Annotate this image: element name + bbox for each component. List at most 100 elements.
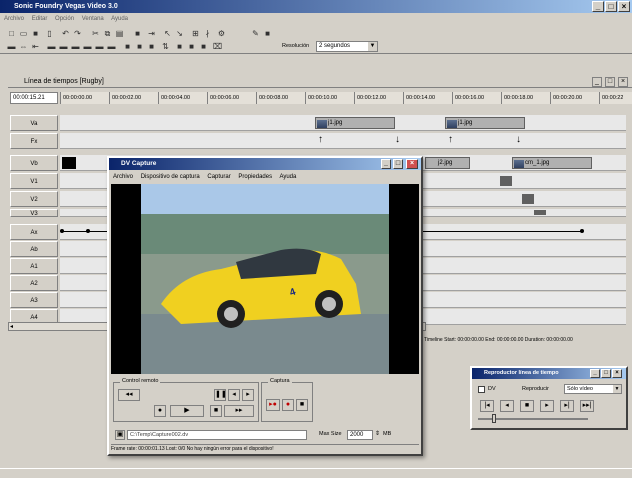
track-block[interactable]	[500, 176, 512, 186]
track-icon-8[interactable]: ⌧	[212, 41, 223, 52]
preview-minimize-button[interactable]: _	[590, 369, 600, 378]
capture-menu-device[interactable]: Dispositivo de captura	[141, 174, 200, 180]
view-icon-4[interactable]: ▬	[46, 41, 57, 52]
reproduce-select[interactable]: Sólo vídeo ▼	[564, 384, 622, 394]
black-clip[interactable]	[62, 157, 76, 169]
track-label-a2[interactable]: A2	[10, 275, 58, 291]
envelope-icon[interactable]: ↘	[174, 28, 185, 39]
track-icon-5[interactable]: ■	[174, 41, 185, 52]
view-icon-8[interactable]: ▬	[94, 41, 105, 52]
track-fx[interactable]: ↑ ↓ ↑ ↓	[60, 133, 626, 149]
preview-stop-button[interactable]: ■	[520, 400, 534, 412]
menu-edit[interactable]: Editar	[32, 16, 48, 22]
timeline-minimize-button[interactable]: _	[592, 77, 602, 87]
capture-stop-button[interactable]: ■	[296, 399, 308, 411]
capture-maximize-button[interactable]: □	[393, 159, 403, 169]
envelope-point[interactable]	[60, 229, 64, 233]
track-label-a3[interactable]: A3	[10, 292, 58, 308]
track-block[interactable]	[522, 194, 534, 204]
render-icon[interactable]: ▯	[44, 28, 55, 39]
capture-begin-button[interactable]: ▸●	[266, 399, 280, 411]
timeline-close-button[interactable]: ×	[618, 77, 628, 87]
track-label-v3[interactable]: V3	[10, 209, 58, 217]
max-size-input[interactable]: 2000	[347, 430, 373, 440]
arrow-down-icon[interactable]: ↓	[395, 134, 400, 145]
dv-checkbox[interactable]	[478, 386, 485, 393]
settings-icon[interactable]: ⚙	[216, 28, 227, 39]
fast-forward-button[interactable]: ▸▸	[224, 405, 254, 417]
track-label-fx[interactable]: Fx	[10, 133, 58, 149]
track-icon-7[interactable]: ■	[198, 41, 209, 52]
track-icon-3[interactable]: ■	[146, 41, 157, 52]
capture-menu-help[interactable]: Ayuda	[279, 174, 296, 180]
minimize-button[interactable]: _	[592, 1, 604, 12]
track-label-v1[interactable]: V1	[10, 173, 58, 189]
arrow-up-icon[interactable]: ↑	[448, 134, 453, 145]
view-icon-6[interactable]: ▬	[70, 41, 81, 52]
redo-icon[interactable]: ↷	[72, 28, 83, 39]
delete-icon[interactable]: ■	[132, 28, 143, 39]
wand-icon[interactable]: ✎	[250, 28, 261, 39]
preview-slider-thumb[interactable]	[492, 414, 496, 423]
preview-icon[interactable]: ■	[262, 28, 273, 39]
track-label-v2[interactable]: V2	[10, 191, 58, 207]
preview-first-button[interactable]: |◂	[480, 400, 494, 412]
capture-minimize-button[interactable]: _	[381, 159, 391, 169]
play-button[interactable]: ▶	[170, 405, 204, 417]
view-icon-3[interactable]: ⇤	[30, 41, 41, 52]
track-label-va[interactable]: Va	[10, 115, 58, 131]
time-ruler[interactable]: 00:00:00.00 00:00:02.00 00:00:04.00 00:0…	[60, 92, 632, 104]
clip-va-2[interactable]: j1.jpg	[445, 117, 525, 129]
resolution-select[interactable]: 2 segundos ▼	[316, 41, 378, 52]
clip-va-1[interactable]: j1.jpg	[315, 117, 395, 129]
preview-close-button[interactable]: ×	[612, 369, 622, 378]
preview-last-button[interactable]: ▸▸|	[580, 400, 594, 412]
open-icon[interactable]: ▭	[18, 28, 29, 39]
preview-maximize-button[interactable]: □	[601, 369, 611, 378]
paste-icon[interactable]: ▤	[114, 28, 125, 39]
track-label-vb[interactable]: Vb	[10, 155, 58, 171]
menu-window[interactable]: Ventana	[82, 16, 104, 22]
menu-help[interactable]: Ayuda	[111, 16, 128, 22]
rewind-button[interactable]: ◂◂	[118, 389, 140, 401]
track-label-a1[interactable]: A1	[10, 258, 58, 274]
menu-options[interactable]: Opción	[55, 16, 74, 22]
record-button[interactable]: ●	[282, 399, 294, 411]
capture-menu-properties[interactable]: Propiedades	[238, 174, 272, 180]
capture-menu-capture[interactable]: Capturar	[207, 174, 230, 180]
track-icon-4[interactable]: ⇅	[160, 41, 171, 52]
track-icon-1[interactable]: ■	[122, 41, 133, 52]
track-label-ax[interactable]: Ax	[10, 224, 58, 240]
step-back-button[interactable]: ◂	[228, 389, 240, 401]
chevron-down-icon[interactable]: ▼	[368, 42, 377, 51]
scroll-left-icon[interactable]: ◂	[10, 323, 13, 330]
capture-menu-file[interactable]: Archivo	[113, 174, 133, 180]
pause-button[interactable]: ❚❚	[214, 389, 227, 401]
view-icon-2[interactable]: ⇔	[18, 41, 29, 52]
timeline-maximize-button[interactable]: □	[605, 77, 615, 87]
clip-vb-1[interactable]: j2.jpg	[425, 157, 470, 169]
track-label-ab[interactable]: Ab	[10, 241, 58, 257]
preview-play-button[interactable]: ▸	[540, 400, 554, 412]
trim-icon[interactable]: ⇥	[146, 28, 157, 39]
spinner-icon[interactable]: ⇕	[375, 430, 380, 437]
marker-icon[interactable]: ∤	[202, 28, 213, 39]
menu-file[interactable]: Archivo	[4, 16, 24, 22]
close-button[interactable]: ×	[618, 1, 630, 12]
save-icon[interactable]: ■	[30, 28, 41, 39]
arrow-up-icon[interactable]: ↑	[318, 134, 323, 145]
chevron-down-icon[interactable]: ▼	[613, 385, 621, 393]
cursor-icon[interactable]: ↖	[162, 28, 173, 39]
step-forward-button[interactable]: ▸	[242, 389, 254, 401]
view-icon-9[interactable]: ▬	[106, 41, 117, 52]
maximize-button[interactable]: □	[605, 1, 617, 12]
record-dot-button[interactable]: ●	[154, 405, 166, 417]
undo-icon[interactable]: ↶	[60, 28, 71, 39]
folder-icon[interactable]: ▣	[115, 430, 125, 440]
capture-close-button[interactable]: ×	[406, 159, 418, 169]
new-icon[interactable]: □	[6, 28, 17, 39]
track-block[interactable]	[534, 210, 546, 215]
preview-next-button[interactable]: ▸|	[560, 400, 574, 412]
snap-icon[interactable]: ⊞	[190, 28, 201, 39]
file-path-input[interactable]: C:\Temp\Capture002.dv	[127, 430, 307, 440]
